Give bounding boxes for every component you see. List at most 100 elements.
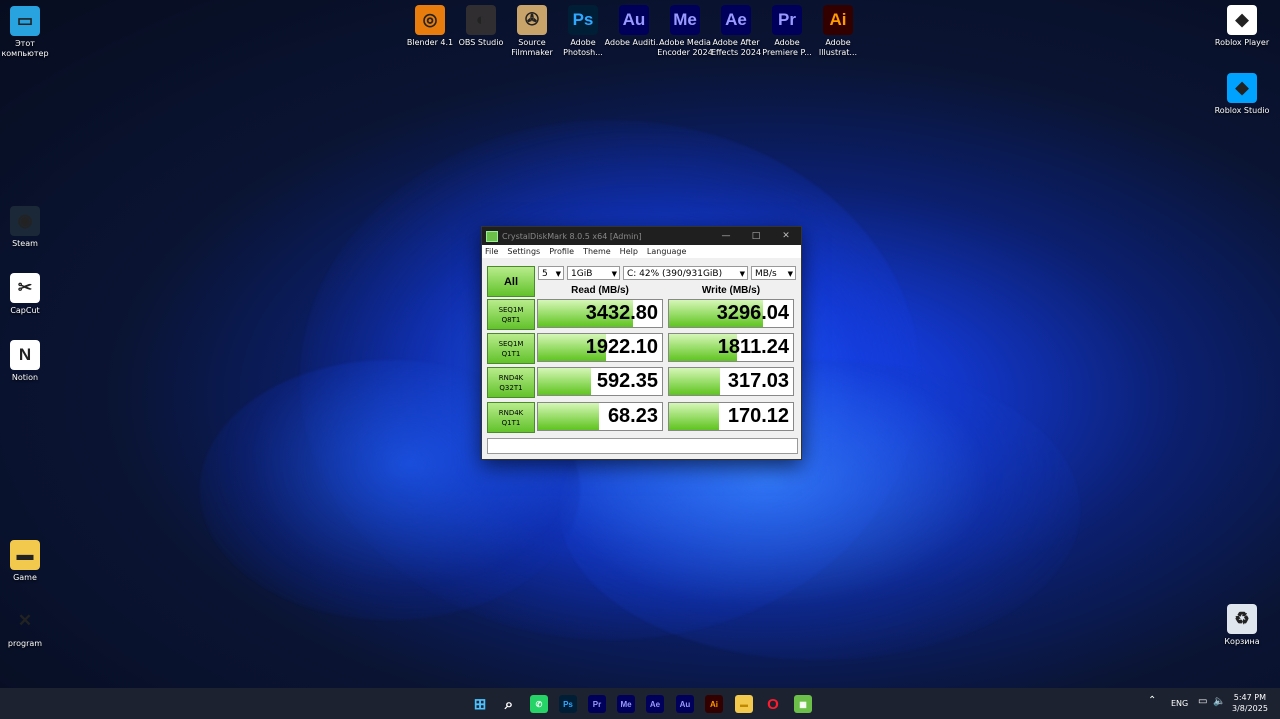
crystaldiskmark-window[interactable]: CrystalDiskMark 8.0.5 x64 [Admin] — □ ✕ … [481,226,802,460]
drive-select[interactable]: C: 42% (390/931GiB) ▼ [623,266,748,280]
read-value: 68.23 [607,405,658,427]
notion-icon: N [10,340,40,370]
steam-icon: ◉ [10,206,40,236]
taskbar-photoshop-icon[interactable]: Ps [559,695,577,713]
roblox-player-icon: ◆ [1227,5,1257,35]
taskbar-illustrator-icon[interactable]: Ai [705,695,723,713]
adobe-media-encoder-icon: Me [670,5,700,35]
write-value: 1811.24 [717,336,789,358]
test-size-select[interactable]: 1GiB ▼ [567,266,620,280]
recycle-bin-icon: ♻ [1227,604,1257,634]
test-name: SEQ1M [498,305,524,314]
desktop-icon-program[interactable]: ✕ program [0,606,55,649]
desktop-icon-roblox-studio[interactable]: ◆ Roblox Studio [1212,73,1272,116]
desktop-icon-label: Adobe Illustrat... [818,38,858,57]
desktop-icon-roblox-player[interactable]: ◆ Roblox Player [1212,5,1272,48]
desktop-icon-label: Steam [12,239,38,248]
desktop-icon-game-folder[interactable]: ▬ Game [0,540,55,583]
chevron-down-icon: ▼ [739,270,745,278]
desktop-icon-label: Game [13,573,37,582]
source-filmmaker-icon: ✇ [517,5,547,35]
adobe-premiere-icon: Pr [772,5,802,35]
desktop-icon-recycle-bin[interactable]: ♻ Корзина [1212,604,1272,647]
write-score-bar [669,403,719,430]
desktop-icon-label: Notion [11,373,39,382]
menu-theme[interactable]: Theme [583,247,611,256]
test-button-3[interactable]: RND4K Q1T1 [487,402,535,433]
volume-icon[interactable]: 🔈 [1213,696,1225,707]
taskbar-audition-icon[interactable]: Au [676,695,694,713]
network-icon[interactable]: ▭ [1198,696,1207,707]
clock[interactable]: 5:47 PM 3/8/2025 [1232,692,1268,714]
read-score-bar [538,403,599,430]
desktop-icon-label: Roblox Player [1214,38,1270,47]
read-result-cell: 592.35 [537,367,663,396]
test-count-select[interactable]: 5 ▼ [538,266,564,280]
taskbar-file-explorer-icon[interactable]: ▬ [735,695,753,713]
test-button-2[interactable]: RND4K Q32T1 [487,367,535,398]
desktop-icon-adobe-illustrator[interactable]: Ai Adobe Illustrat... [808,5,868,58]
write-value: 3296.04 [716,302,789,324]
menu-file[interactable]: File [485,247,498,256]
program-icon: ✕ [17,611,33,630]
taskbar-start-icon[interactable]: ⊞ [471,695,489,713]
taskbar-crystaldiskmark-icon[interactable]: ▦ [794,695,812,713]
adobe-audition-icon: Au [619,5,649,35]
desktop-icon-label: program [7,639,43,648]
adobe-photoshop-icon: Ps [568,5,598,35]
taskbar-premiere-icon[interactable]: Pr [588,695,606,713]
clock-time: 5:47 PM [1233,693,1266,702]
maximize-button[interactable]: □ [741,231,771,241]
desktop-icon-notion[interactable]: N Notion [0,340,55,383]
taskbar-whatsapp-icon[interactable]: ✆ [530,695,548,713]
menu-profile[interactable]: Profile [549,247,574,256]
test-name: RND4K [498,373,524,382]
this-pc-icon: ▭ [10,6,40,36]
test-count-value: 5 [542,269,548,279]
write-result-cell: 1811.24 [668,333,794,362]
taskbar [0,688,1280,719]
test-name: SEQ1M [498,339,524,348]
test-params: Q1T1 [501,349,521,358]
language-indicator[interactable]: ENG [1171,699,1188,708]
read-header: Read (MB/s) [571,285,629,296]
taskbar-after-effects-icon[interactable]: Ae [646,695,664,713]
write-result-cell: 3296.04 [668,299,794,328]
test-button-0[interactable]: SEQ1M Q8T1 [487,299,535,330]
menu-help[interactable]: Help [620,247,638,256]
test-name: RND4K [498,408,524,417]
blender-icon: ◎ [415,5,445,35]
clock-date: 3/8/2025 [1232,704,1268,713]
desktop-icon-label: Корзина [1224,637,1260,646]
test-size-value: 1GiB [571,269,593,279]
read-score-bar [538,368,592,395]
menu-bar: File Settings Profile Theme Help Languag… [482,245,801,258]
desktop-icon-steam[interactable]: ◉ Steam [0,206,55,249]
chevron-down-icon: ▼ [611,270,617,278]
write-header: Write (MB/s) [701,285,761,296]
menu-language[interactable]: Language [647,247,686,256]
desktop-icon-this-pc[interactable]: ▭ Этот компьютер [0,6,55,59]
window-title: CrystalDiskMark 8.0.5 x64 [Admin] [502,231,642,241]
test-button-1[interactable]: SEQ1M Q1T1 [487,333,535,364]
status-bar [487,438,798,454]
all-button[interactable]: All [487,266,535,297]
minimize-button[interactable]: — [711,231,741,241]
desktop: { "desktop_icons_left": [ {"name":"this-… [0,0,1280,719]
taskbar-media-encoder-icon[interactable]: Me [617,695,635,713]
write-value: 317.03 [727,370,789,392]
roblox-studio-icon: ◆ [1227,73,1257,103]
title-bar[interactable]: CrystalDiskMark 8.0.5 x64 [Admin] — □ ✕ [482,227,801,245]
menu-settings[interactable]: Settings [507,247,540,256]
taskbar-opera-icon[interactable]: O [764,695,782,713]
read-value: 3432.80 [585,302,658,324]
desktop-icon-capcut[interactable]: ✂ CapCut [0,273,55,316]
unit-select[interactable]: MB/s ▼ [751,266,796,280]
obs-studio-icon: ◐ [466,5,496,35]
read-value: 1922.10 [585,336,658,358]
read-result-cell: 3432.80 [537,299,663,328]
tray-overflow-chevron[interactable]: ⌃ [1148,695,1156,706]
taskbar-search-icon[interactable]: ⌕ [500,695,518,713]
crystaldiskmark-icon [486,230,498,242]
close-button[interactable]: ✕ [771,231,801,241]
